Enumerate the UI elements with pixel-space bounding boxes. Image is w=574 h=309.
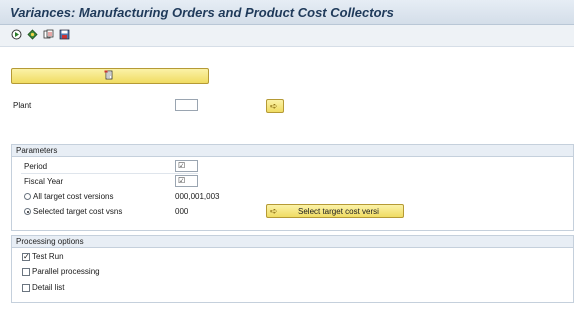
all-versions-value: 000,001,003 xyxy=(175,192,220,201)
save-icon[interactable] xyxy=(58,29,70,41)
parameters-header-text: Parameters xyxy=(16,146,58,155)
variant-icon[interactable] xyxy=(26,29,38,41)
copy-icon[interactable] xyxy=(42,29,54,41)
period-field[interactable]: ☑ xyxy=(175,160,198,172)
selected-versions-value: 000 xyxy=(175,207,189,216)
test-run-checkbox[interactable]: ✓ xyxy=(22,252,30,261)
dynamic-selection-button[interactable] xyxy=(11,68,209,84)
detail-list-checkbox[interactable] xyxy=(22,284,30,292)
detail-list-label: Detail list xyxy=(32,283,65,292)
title-bar: Variances: Manufacturing Orders and Prod… xyxy=(0,0,574,25)
test-run-label: Test Run xyxy=(32,252,64,261)
select-target-cost-versions-button[interactable]: ➪ Select target cost versi xyxy=(266,204,404,218)
fiscal-year-label: Fiscal Year xyxy=(24,177,64,186)
all-versions-label: All target cost versions xyxy=(33,192,114,201)
select-target-cost-versions-label: Select target cost versi xyxy=(298,207,379,216)
plant-input[interactable] xyxy=(175,99,198,111)
row-divider xyxy=(21,173,198,174)
fiscal-year-field[interactable]: ☑ xyxy=(175,175,198,187)
page-title: Variances: Manufacturing Orders and Prod… xyxy=(10,5,394,20)
all-versions-radio[interactable] xyxy=(24,193,31,200)
selected-versions-radio[interactable] xyxy=(24,208,31,215)
plant-label: Plant xyxy=(13,101,32,110)
parallel-processing-label: Parallel processing xyxy=(32,267,100,276)
checkmark-icon: ✓ xyxy=(23,252,30,261)
arrow-right-icon: ➪ xyxy=(270,206,278,216)
processing-options-header: Processing options xyxy=(12,236,573,248)
selected-versions-label: Selected target cost vsns xyxy=(33,207,123,216)
application-toolbar xyxy=(0,25,574,47)
dynamic-selection-icon xyxy=(104,70,114,84)
parallel-processing-checkbox[interactable] xyxy=(22,268,30,276)
arrow-right-icon: ➪ xyxy=(270,101,278,111)
processing-options-header-text: Processing options xyxy=(16,237,84,246)
plant-multiple-selection-button[interactable]: ➪ xyxy=(266,99,284,113)
period-label: Period xyxy=(24,162,48,171)
parameters-header: Parameters xyxy=(12,145,573,157)
execute-icon[interactable] xyxy=(10,29,22,41)
